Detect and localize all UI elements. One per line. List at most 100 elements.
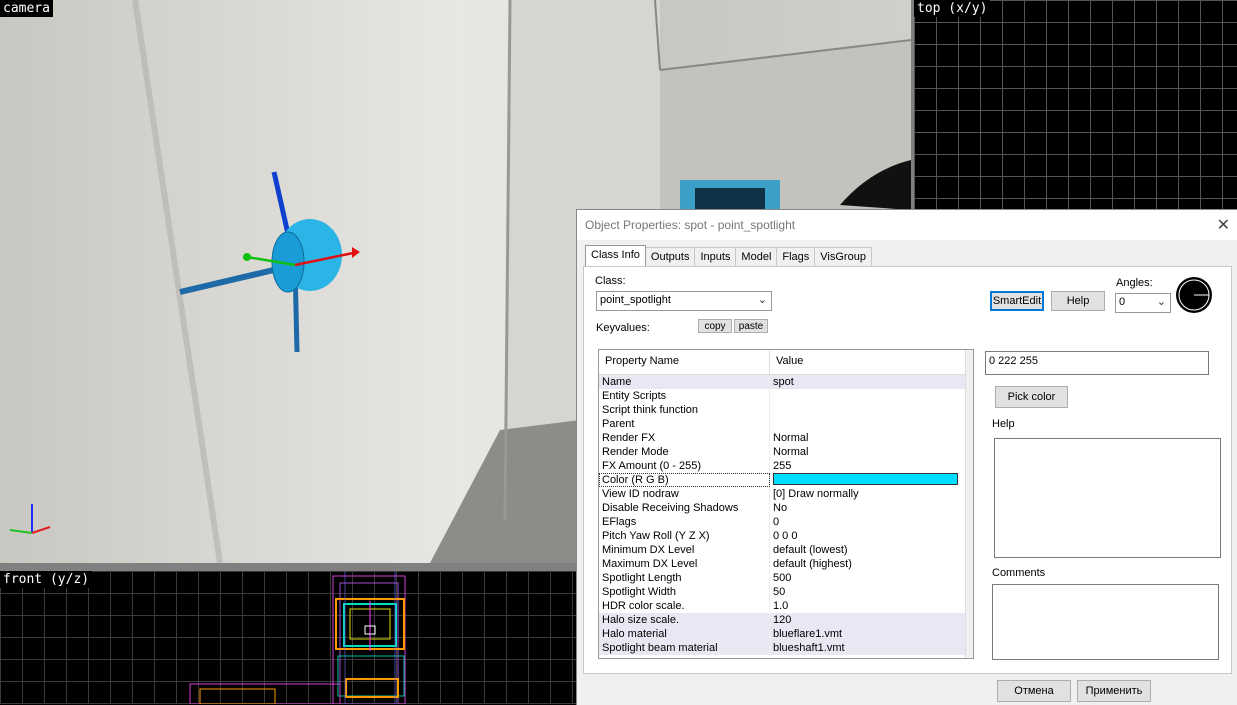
color-swatch — [773, 473, 958, 486]
grid-rows: Name spot Entity Scripts Script think funct… — [599, 375, 965, 655]
property-value: 120 — [773, 614, 792, 626]
help-button[interactable]: Help — [1051, 291, 1105, 311]
property-row[interactable]: Disable Receiving Shadows No — [599, 501, 965, 515]
property-value: 0 0 0 — [773, 530, 798, 542]
property-row[interactable]: Render Mode Normal — [599, 445, 965, 459]
property-value: 500 — [773, 572, 792, 584]
property-name: Disable Receiving Shadows — [599, 501, 770, 515]
tab-model[interactable]: Model — [735, 247, 778, 267]
property-name: Render FX — [599, 431, 770, 445]
front-wireframe — [189, 571, 406, 704]
property-row[interactable]: HDR color scale. 1.0 — [599, 599, 965, 613]
property-row[interactable]: EFlags 0 — [599, 515, 965, 529]
smartedit-button[interactable]: SmartEdit — [990, 291, 1044, 311]
object-properties-dialog: Object Properties: spot - point_spotligh… — [576, 209, 1237, 705]
grid-header: Property Name Value — [599, 350, 965, 375]
property-name: HDR color scale. — [599, 599, 770, 613]
property-value — [770, 403, 965, 417]
class-label: Class: — [595, 275, 626, 287]
property-row[interactable]: Spotlight beam material blueshaft1.vmt — [599, 641, 965, 655]
keyvalues-grid[interactable]: Property Name Value Name spot Entity Scrip… — [598, 349, 974, 659]
comments-label: Comments — [992, 567, 1046, 579]
property-name: Halo size scale. — [599, 613, 770, 627]
tab-flags[interactable]: Flags — [776, 247, 816, 267]
dialog-titlebar[interactable]: Object Properties: spot - point_spotligh… — [577, 210, 1237, 240]
property-row[interactable]: Pitch Yaw Roll (Y Z X) 0 0 0 — [599, 529, 965, 543]
dialog-title: Object Properties: spot - point_spotligh… — [585, 218, 796, 232]
property-name: Entity Scripts — [599, 389, 770, 403]
angles-label: Angles: — [1116, 277, 1153, 289]
property-row[interactable]: Render FX Normal — [599, 431, 965, 445]
front-viewport[interactable]: front (y/z) — [0, 571, 576, 704]
cancel-button[interactable]: Отмена — [997, 680, 1071, 702]
property-name: View ID nodraw — [599, 487, 770, 501]
help-section-label: Help — [992, 418, 1015, 430]
property-value — [770, 473, 965, 487]
top-viewport-label: top (x/y) — [914, 0, 991, 17]
property-value: blueflare1.vmt — [773, 628, 843, 640]
property-name: Maximum DX Level — [599, 557, 770, 571]
property-row[interactable]: View ID nodraw [0] Draw normally — [599, 487, 965, 501]
help-textarea — [994, 438, 1221, 558]
property-name: Name — [599, 375, 770, 389]
apply-button[interactable]: Применить — [1077, 680, 1151, 702]
comments-textarea[interactable] — [992, 584, 1219, 660]
column-header-name[interactable]: Property Name — [599, 350, 770, 374]
paste-button[interactable]: paste — [734, 319, 768, 333]
keyvalues-label: Keyvalues: — [596, 322, 650, 334]
grid-scrollbar[interactable] — [965, 350, 973, 658]
property-name: Parent — [599, 417, 770, 431]
property-value: default (highest) — [773, 558, 852, 570]
property-value: default (lowest) — [773, 544, 848, 556]
property-value: 255 — [773, 460, 792, 472]
class-dropdown[interactable]: point_spotlight ⌄ — [596, 291, 772, 311]
property-name: FX Amount (0 - 255) — [599, 459, 770, 473]
copy-button[interactable]: copy — [698, 319, 732, 333]
tab-visgroup[interactable]: VisGroup — [814, 247, 872, 267]
property-row[interactable]: Spotlight Length 500 — [599, 571, 965, 585]
property-value: Normal — [773, 432, 809, 444]
property-value: [0] Draw normally — [773, 488, 859, 500]
property-name: Spotlight beam material — [599, 641, 770, 655]
property-row[interactable]: Entity Scripts — [599, 389, 965, 403]
property-value: Normal — [773, 446, 809, 458]
tab-outputs[interactable]: Outputs — [644, 247, 696, 267]
pick-color-button[interactable]: Pick color — [995, 386, 1068, 408]
class-dropdown-value: point_spotlight — [600, 294, 671, 306]
property-name: Halo material — [599, 627, 770, 641]
property-name: Render Mode — [599, 445, 770, 459]
property-value: 0 — [773, 516, 780, 528]
property-name: Script think function — [599, 403, 770, 417]
camera-viewport-label: camera — [0, 0, 53, 17]
angles-dropdown[interactable]: 0 ⌄ — [1115, 293, 1171, 313]
property-name: Spotlight Width — [599, 585, 770, 599]
property-row[interactable]: Parent — [599, 417, 965, 431]
chevron-down-icon: ⌄ — [1156, 296, 1166, 308]
property-row[interactable]: Maximum DX Level default (highest) — [599, 557, 965, 571]
angle-dial-icon[interactable] — [1174, 275, 1214, 315]
property-row[interactable]: Script think function — [599, 403, 965, 417]
property-value: No — [773, 502, 788, 514]
property-name: Minimum DX Level — [599, 543, 770, 557]
property-row[interactable]: Name spot — [599, 375, 965, 389]
value-field[interactable]: 0 222 255 — [985, 351, 1209, 375]
angles-dropdown-value: 0 — [1119, 296, 1126, 308]
top-viewport[interactable]: top (x/y) — [914, 0, 1237, 210]
property-row[interactable]: Color (R G B) — [599, 473, 965, 487]
property-row[interactable]: FX Amount (0 - 255) 255 — [599, 459, 965, 473]
property-row[interactable]: Halo material blueflare1.vmt — [599, 627, 965, 641]
close-icon[interactable]: ✕ — [1217, 215, 1230, 235]
tab-inputs[interactable]: Inputs — [694, 247, 737, 267]
property-name: Pitch Yaw Roll (Y Z X) — [599, 529, 770, 543]
property-row[interactable]: Minimum DX Level default (lowest) — [599, 543, 965, 557]
property-value: 1.0 — [773, 600, 789, 612]
column-header-value[interactable]: Value — [770, 350, 965, 374]
front-viewport-label: front (y/z) — [0, 571, 93, 588]
chevron-down-icon: ⌄ — [757, 294, 767, 306]
property-value: blueshaft1.vmt — [773, 642, 845, 654]
property-name: EFlags — [599, 515, 770, 529]
class-info-panel: Class: point_spotlight ⌄ Keyvalues: copy… — [583, 266, 1232, 674]
property-row[interactable]: Spotlight Width 50 — [599, 585, 965, 599]
tab-strip: Class Info Outputs Inputs Model Flags Vi… — [585, 245, 872, 270]
property-row[interactable]: Halo size scale. 120 — [599, 613, 965, 627]
